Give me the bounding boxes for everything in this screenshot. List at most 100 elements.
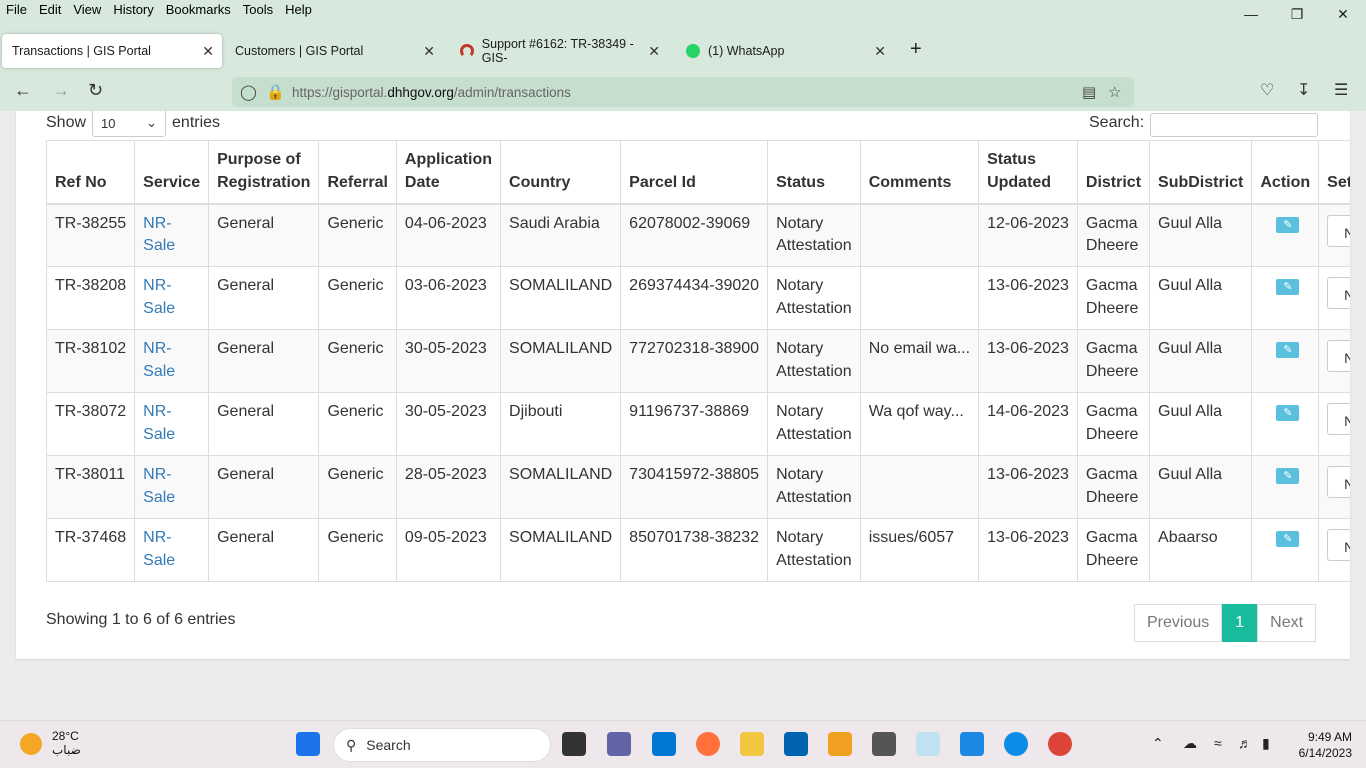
tab-whatsapp[interactable]: (1) WhatsApp ✕ xyxy=(676,34,894,68)
shield-icon[interactable]: ◯ xyxy=(240,83,257,101)
col-status-updated[interactable]: Status Updated xyxy=(978,139,1078,205)
close-tab-icon[interactable]: ✕ xyxy=(648,43,660,60)
table-header-row: Ref No Service Purpose of Registration R… xyxy=(45,139,1350,205)
page-1-button[interactable]: 1 xyxy=(1222,604,1258,642)
cell-subdistrict-text: Guul Alla xyxy=(1158,277,1223,295)
set-p-select[interactable]: Nor xyxy=(1327,214,1350,247)
close-tab-icon[interactable]: ✕ xyxy=(202,43,214,60)
menu-file[interactable]: File xyxy=(0,0,33,22)
l-app-icon[interactable] xyxy=(960,732,984,756)
file-explorer-icon[interactable] xyxy=(740,732,764,756)
set-p-select[interactable]: Nor xyxy=(1327,340,1350,373)
close-window-icon[interactable]: ✕ xyxy=(1320,0,1366,28)
forward-icon[interactable]: → xyxy=(52,80,70,101)
wifi-icon[interactable]: ≈ xyxy=(1214,735,1222,751)
set-p-select[interactable]: Nor xyxy=(1327,466,1350,499)
snipping-tool-icon[interactable] xyxy=(916,732,940,756)
service-link[interactable]: NR-Sale xyxy=(143,215,175,255)
cell-parcel-id-text: 91196737-38869 xyxy=(629,403,749,421)
col-action[interactable]: Action xyxy=(1251,139,1320,205)
service-link[interactable]: NR-Sale xyxy=(143,529,175,569)
bookmark-star-icon[interactable]: ☆ xyxy=(1108,83,1121,101)
edit-icon[interactable]: ✎ xyxy=(1276,405,1300,422)
col-purpose[interactable]: Purpose of Registration xyxy=(208,139,320,205)
col-status[interactable]: Status xyxy=(767,139,861,205)
cell-parcel-id-text: 62078002-39069 xyxy=(629,214,751,232)
col-parcel-id[interactable]: Parcel Id xyxy=(620,139,769,205)
col-set-p[interactable]: Set P xyxy=(1318,139,1350,205)
cell-comments: issues/6057 xyxy=(859,518,980,583)
battery-icon[interactable]: ▮ xyxy=(1262,735,1270,752)
service-link[interactable]: NR-Sale xyxy=(143,340,175,380)
tab-customers[interactable]: Customers | GIS Portal ✕ xyxy=(225,34,443,68)
edit-icon[interactable]: ✎ xyxy=(1276,531,1300,548)
chrome-icon[interactable] xyxy=(1048,732,1072,756)
app-icon[interactable] xyxy=(828,732,852,756)
task-view-icon[interactable] xyxy=(562,732,586,756)
edit-icon[interactable]: ✎ xyxy=(1276,468,1300,485)
download-icon[interactable]: ↧ xyxy=(1297,80,1310,100)
service-link[interactable]: NR-Sale xyxy=(143,277,175,317)
search-input[interactable] xyxy=(1150,113,1319,137)
menu-edit[interactable]: Edit xyxy=(33,0,67,22)
transactions-table: Ref No Service Purpose of Registration R… xyxy=(45,139,1350,583)
lock-icon[interactable]: 🔒 xyxy=(266,83,285,101)
set-p-select[interactable]: Nor xyxy=(1327,277,1350,310)
col-country[interactable]: Country xyxy=(500,139,622,205)
col-district[interactable]: District xyxy=(1076,139,1151,205)
store-icon[interactable] xyxy=(784,732,808,756)
edit-icon[interactable]: ✎ xyxy=(1276,279,1300,296)
windows-start-icon[interactable] xyxy=(296,732,320,756)
col-comments[interactable]: Comments xyxy=(859,139,980,205)
next-button[interactable]: Next xyxy=(1257,604,1317,642)
col-referral[interactable]: Referral xyxy=(318,139,397,205)
col-subdistrict[interactable]: SubDistrict xyxy=(1149,139,1253,205)
reload-icon[interactable]: ↻ xyxy=(88,80,103,101)
reader-view-icon[interactable]: ▤ xyxy=(1082,83,1096,101)
menu-help[interactable]: Help xyxy=(279,0,318,22)
cell-service: NR-Sale xyxy=(134,329,210,394)
set-p-select[interactable]: Nor xyxy=(1327,529,1350,562)
close-tab-icon[interactable]: ✕ xyxy=(423,43,435,60)
clock[interactable]: 9:49 AM 6/14/2023 xyxy=(1299,729,1352,761)
back-icon[interactable]: ← xyxy=(14,80,32,101)
taskbar: 28°C ضباب ⚲ Search ⌃ ☁ ≈ ♬ ▮ 9:49 AM 6/1… xyxy=(0,720,1366,768)
onedrive-icon[interactable]: ☁ xyxy=(1183,735,1197,752)
service-link[interactable]: NR-Sale xyxy=(143,403,175,443)
col-service[interactable]: Service xyxy=(134,139,210,205)
teams-icon[interactable] xyxy=(607,732,631,756)
col-application-date[interactable]: Application Date xyxy=(395,139,502,205)
volume-icon[interactable]: ♬ xyxy=(1238,735,1252,751)
weather-widget[interactable]: 28°C ضباب xyxy=(20,729,81,757)
menu-hamburger-icon[interactable]: ☰ xyxy=(1334,80,1348,100)
edit-icon[interactable]: ✎ xyxy=(1276,216,1300,233)
menu-tools[interactable]: Tools xyxy=(237,0,279,22)
edge-icon[interactable] xyxy=(1004,732,1028,756)
tab-support[interactable]: Support #6162: TR-38349 - GIS- ✕ xyxy=(450,34,668,68)
minimize-icon[interactable]: — xyxy=(1228,0,1274,28)
menu-history[interactable]: History xyxy=(107,0,159,22)
tab-label: Support #6162: TR-38349 - GIS- xyxy=(481,37,634,65)
mail-icon[interactable] xyxy=(652,732,676,756)
calculator-icon[interactable] xyxy=(872,732,896,756)
tab-transactions[interactable]: Transactions | GIS Portal ✕ xyxy=(2,34,222,68)
tray-chevron-icon[interactable]: ⌃ xyxy=(1152,735,1164,752)
pocket-icon[interactable]: ♡ xyxy=(1260,80,1274,100)
new-tab-icon[interactable]: + xyxy=(910,38,922,61)
menu-bookmarks[interactable]: Bookmarks xyxy=(160,0,237,22)
close-tab-icon[interactable]: ✕ xyxy=(874,43,886,60)
menu-view[interactable]: View xyxy=(67,0,107,22)
cell-application-date-text: 30-05-2023 xyxy=(404,403,487,421)
previous-button[interactable]: Previous xyxy=(1134,604,1223,642)
set-p-select[interactable]: Nor xyxy=(1327,403,1350,436)
taskbar-search[interactable]: ⚲ Search xyxy=(333,728,551,762)
col-ref-no[interactable]: Ref No xyxy=(45,139,136,205)
cell-referral-text: Generic xyxy=(327,529,384,547)
edit-icon[interactable]: ✎ xyxy=(1276,342,1300,359)
firefox-icon[interactable] xyxy=(696,732,720,756)
service-link[interactable]: NR-Sale xyxy=(143,466,175,506)
cell-parcel-id: 772702318-38900 xyxy=(620,329,769,394)
entries-select[interactable]: 10 ⌄ xyxy=(92,111,167,137)
restore-icon[interactable]: ❐ xyxy=(1274,0,1320,28)
url-bar[interactable]: ◯ 🔒 https://gisportal.dhhgov.org/admin/t… xyxy=(232,77,1134,107)
